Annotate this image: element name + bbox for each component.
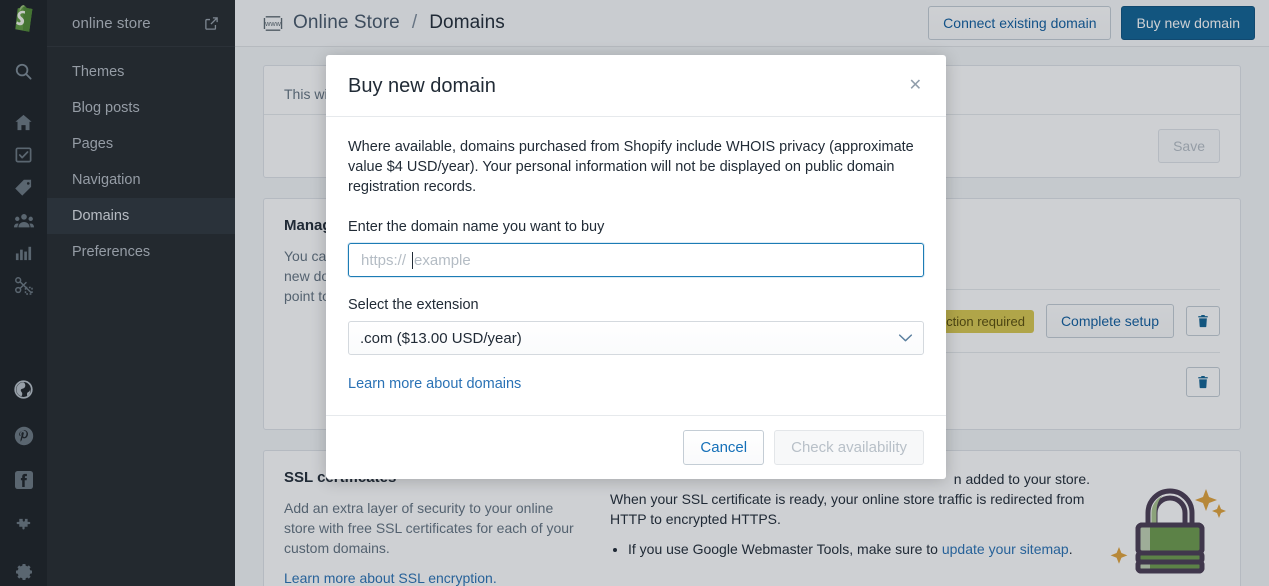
domain-input-placeholder: example	[414, 251, 471, 269]
domain-input-label: Enter the domain name you want to buy	[348, 219, 605, 235]
app-root: online store Themes Blog posts Pages Nav…	[0, 0, 1269, 586]
text-caret	[412, 251, 414, 269]
buy-new-domain-modal: Buy new domain ✕ Where available, domain…	[326, 55, 946, 479]
learn-more-about-domains-link[interactable]: Learn more about domains	[348, 376, 521, 392]
cancel-button[interactable]: Cancel	[683, 430, 765, 465]
domain-input[interactable]: https:// example	[348, 243, 924, 277]
extension-select-label: Select the extension	[348, 297, 479, 313]
domain-input-prefix: https://	[361, 251, 407, 269]
modal-title: Buy new domain	[348, 75, 496, 97]
chevron-down-icon	[898, 334, 913, 343]
modal-header: Buy new domain ✕	[326, 55, 946, 117]
extension-select[interactable]: .com ($13.00 USD/year)	[348, 321, 924, 355]
check-availability-button[interactable]: Check availability	[774, 430, 924, 465]
extension-select-value: .com ($13.00 USD/year)	[360, 329, 522, 347]
modal-body: Where available, domains purchased from …	[326, 117, 946, 415]
modal-footer: Cancel Check availability	[326, 415, 946, 479]
modal-description: Where available, domains purchased from …	[348, 139, 914, 195]
close-icon[interactable]: ✕	[903, 77, 928, 95]
